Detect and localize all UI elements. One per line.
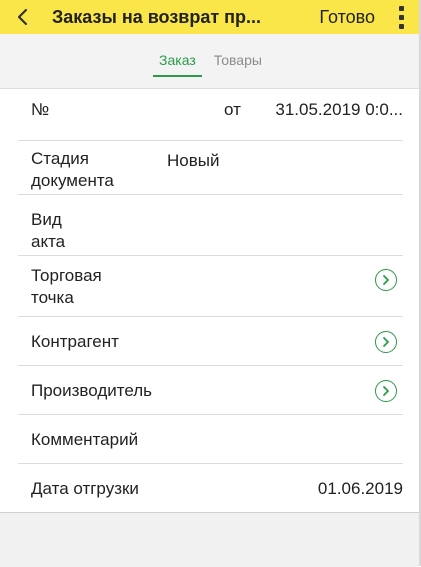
footer-area	[0, 512, 419, 567]
circle-chevron-right-icon[interactable]	[375, 380, 397, 402]
circle-chevron-right-icon[interactable]	[375, 331, 397, 353]
ship-date-label: Дата отгрузки	[31, 479, 139, 498]
stage-label: Стадия документа	[31, 149, 114, 190]
stage-value: Новый	[167, 151, 220, 170]
circle-chevron-right-icon[interactable]	[375, 269, 397, 291]
date-value[interactable]: 31.05.2019 0:0...	[275, 99, 403, 121]
page-title: Заказы на возврат пр...	[52, 6, 262, 27]
act-type-label: Вид акта	[31, 210, 66, 251]
back-button[interactable]	[0, 0, 36, 34]
manufacturer-row[interactable]: Производитель	[18, 366, 403, 415]
number-label: №	[31, 100, 50, 119]
date-prefix: от	[224, 100, 241, 119]
counterparty-row[interactable]: Контрагент	[18, 317, 403, 366]
counterparty-label: Контрагент	[31, 332, 119, 351]
tab-order[interactable]: Заказ	[153, 52, 202, 77]
top-bar: Заказы на возврат пр... Готово	[0, 0, 419, 34]
tabs-bar: Заказ Товары	[0, 34, 419, 89]
ship-date-value[interactable]: 01.06.2019	[318, 478, 403, 500]
comment-row[interactable]: Комментарий	[18, 415, 403, 464]
order-form: № от 31.05.2019 0:0... Стадия документа …	[18, 89, 403, 513]
comment-label: Комментарий	[31, 430, 139, 449]
tab-goods[interactable]: Товары	[210, 52, 266, 75]
done-button[interactable]: Готово	[319, 7, 389, 28]
chevron-left-icon	[17, 8, 28, 26]
ship-date-row[interactable]: Дата отгрузки 01.06.2019	[18, 464, 403, 513]
number-row[interactable]: № от 31.05.2019 0:0...	[18, 89, 403, 141]
act-type-row[interactable]: Вид акта	[18, 195, 403, 256]
outlet-row[interactable]: Торговая точка	[18, 256, 403, 317]
more-menu-button[interactable]	[389, 0, 413, 34]
manufacturer-label: Производитель	[31, 381, 153, 400]
more-vertical-icon	[398, 5, 404, 11]
outlet-label: Торговая точка	[31, 266, 102, 307]
stage-row[interactable]: Стадия документа Новый	[18, 141, 403, 195]
